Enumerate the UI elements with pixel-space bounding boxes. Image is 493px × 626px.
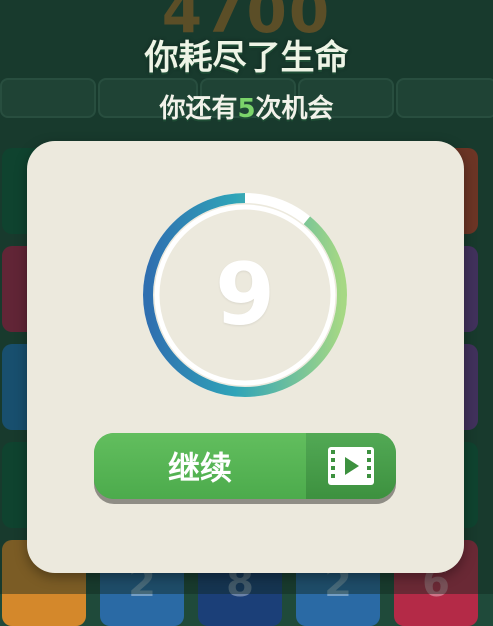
subtitle-suffix: 次机会 xyxy=(255,94,334,124)
page-title: 你耗尽了生命 xyxy=(144,38,349,78)
continue-dialog: 9 继续 xyxy=(27,141,464,573)
countdown-number: 9 xyxy=(215,245,275,345)
chances-count: 5 xyxy=(237,94,256,124)
chances-subtitle: 你还有5次机会 xyxy=(0,88,493,125)
continue-label: 继续 xyxy=(94,433,306,499)
film-play-icon xyxy=(328,447,374,485)
continue-video-button[interactable]: 继续 xyxy=(94,433,396,499)
video-icon-area xyxy=(306,433,396,499)
subtitle-prefix: 你还有 xyxy=(159,94,238,124)
